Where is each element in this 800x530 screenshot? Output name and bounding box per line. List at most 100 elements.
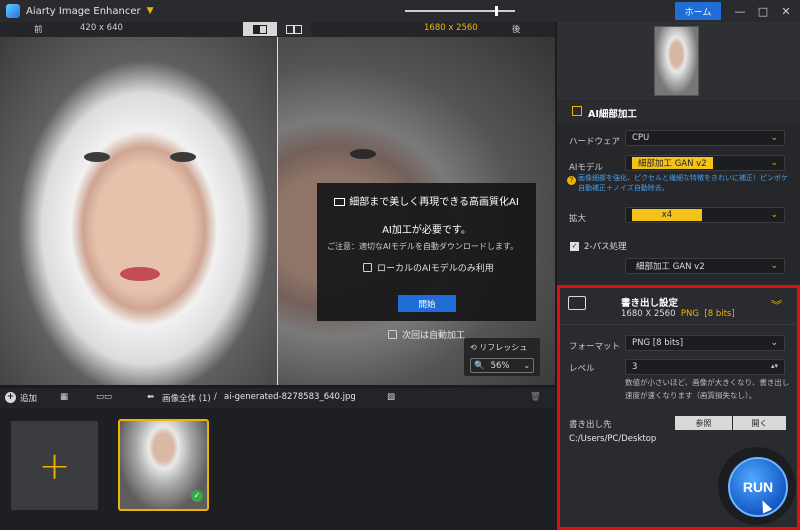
close-button[interactable]: ✕ — [777, 2, 795, 20]
hardware-select[interactable]: CPU ⌄ — [625, 130, 785, 146]
lips — [120, 267, 160, 281]
split-view-button[interactable] — [243, 22, 277, 36]
thumbnail-strip: + — [0, 408, 555, 530]
eye-right — [170, 152, 196, 162]
slider-handle[interactable] — [495, 6, 498, 16]
home-button[interactable]: ホーム — [675, 2, 721, 20]
refresh-icon: ⟲ — [470, 343, 480, 352]
level-stepper[interactable]: 3 ▴▾ — [625, 359, 785, 375]
help-icon: ? — [567, 176, 576, 185]
hardware-value: CPU — [632, 133, 650, 143]
chevron-down-icon: ⌄ — [770, 338, 778, 348]
open-button[interactable]: 開く — [733, 416, 786, 430]
add-image-tile[interactable]: + — [11, 421, 98, 510]
back-arrow-icon[interactable]: ⬅ — [147, 392, 154, 402]
export-info: 1680 X 2560 PNG [8 bits] — [621, 309, 735, 319]
after-resolution: 1680 x 2560 — [424, 23, 478, 33]
thumbnail-toolbar: + 追加 ▦ ▭▭ ⬅ 画像全体 (1) / ai-generated-8278… — [0, 388, 555, 408]
two-pass-model-select[interactable]: 細部加工 GAN v2 ⌄ — [625, 258, 785, 274]
format-label: フォーマット — [569, 342, 621, 352]
auto-next-checkbox[interactable] — [388, 330, 397, 339]
export-format: PNG — [680, 309, 699, 319]
model-hint: 画像細部を強化、ピクセルと繊細な特徴をきれいに補正！ピンボケ自動補正＋ノイズ自動… — [578, 174, 788, 192]
destination-label: 書き出し先 — [569, 420, 612, 430]
before-label: 前 — [34, 25, 43, 35]
stepper-arrows-icon[interactable]: ▴▾ — [771, 362, 778, 370]
hardware-label: ハードウェア — [569, 137, 621, 147]
dialog-title-text: 細部まで美しく再現できる高画質化AI — [349, 197, 519, 208]
auto-next-label: 次回は自動加工 — [402, 331, 466, 341]
level-label: レベル — [569, 364, 595, 374]
refresh-label: リフレッシュ — [479, 343, 528, 352]
chevron-down-icon: ⌄ — [770, 261, 778, 271]
image-size-icon: ▨ — [387, 392, 396, 402]
zoom-chevron-icon[interactable]: ⌄ — [524, 361, 531, 370]
side-by-side-button[interactable] — [277, 22, 311, 36]
enhance-icon — [572, 106, 582, 116]
export-bits: [8 bits] — [704, 309, 735, 319]
app-title: Aiarty Image Enhancer — [26, 5, 141, 17]
refresh-button[interactable]: ⟲ リフレッシュ — [470, 342, 527, 353]
zoom-control[interactable]: 🔍 56% ⌄ — [470, 358, 534, 373]
run-button[interactable]: RUN — [728, 457, 788, 517]
navigator-thumbnail[interactable] — [654, 26, 699, 96]
check-icon: ✓ — [191, 490, 203, 502]
export-title: 書き出し設定 — [621, 298, 679, 309]
export-divider — [561, 324, 796, 325]
app-logo-icon — [6, 4, 20, 18]
level-value: 3 — [632, 362, 638, 372]
format-value: PNG [8 bits] — [632, 338, 684, 348]
all-images-link[interactable]: 画像全体 (1) — [162, 392, 211, 404]
view-mode-toggle — [243, 22, 311, 36]
ai-model-label: AIモデル — [569, 163, 603, 173]
ai-processing-dialog: 細部まで美しく再現できる高画質化AI AI加工が必要です。 ご注意：適切なAIモ… — [317, 183, 536, 321]
thumbnail-size-slider[interactable] — [405, 10, 515, 12]
trash-icon[interactable]: 🗑 — [530, 392, 541, 402]
collapse-icon[interactable]: ︾ — [771, 297, 782, 313]
two-pass-option[interactable]: ✓ 2-パス処理 — [570, 240, 626, 252]
export-size: 1680 X 2560 — [621, 309, 676, 319]
local-model-checkbox[interactable] — [363, 263, 372, 272]
local-model-option[interactable]: ローカルのAIモデルのみ利用 — [363, 261, 494, 274]
format-select[interactable]: PNG [8 bits] ⌄ — [625, 335, 785, 351]
enhance-section-title: AI細部加工 — [588, 109, 637, 120]
chevron-down-icon[interactable]: ▼ — [147, 6, 154, 16]
chevron-down-icon: ⌄ — [770, 210, 778, 220]
local-model-label: ローカルのAIモデルのみ利用 — [377, 264, 494, 274]
scale-value: x4 — [632, 209, 702, 221]
dialog-title: 細部まで美しく再現できる高画質化AI — [317, 193, 536, 208]
chevron-down-icon: ⌄ — [770, 158, 778, 168]
path-separator: / — [214, 392, 217, 402]
start-button[interactable]: 開始 — [398, 295, 456, 312]
split-view-icon — [253, 24, 267, 34]
compare-divider[interactable] — [277, 37, 278, 385]
browse-button[interactable]: 参照 — [675, 416, 732, 430]
two-pass-checkbox[interactable]: ✓ — [570, 241, 579, 251]
before-image — [0, 37, 277, 385]
chevron-down-icon: ⌄ — [770, 133, 778, 143]
maximize-button[interactable]: □ — [754, 2, 772, 20]
zoom-value: 56% — [490, 360, 510, 371]
ai-model-select[interactable]: 細部加工 GAN v2 ⌄ — [625, 155, 785, 171]
two-pass-model-value: 細部加工 GAN v2 — [636, 262, 705, 272]
scale-select[interactable]: x4 ⌄ — [625, 207, 785, 223]
plus-icon: + — [38, 443, 71, 488]
auto-next-option[interactable]: 次回は自動加工 — [388, 328, 465, 341]
view-controls: ⟲ リフレッシュ 🔍 56% ⌄ — [464, 338, 540, 376]
add-icon[interactable]: + — [5, 392, 16, 403]
ai-required-text: AI加工が必要です。 — [382, 225, 471, 236]
add-button[interactable]: 追加 — [20, 392, 37, 404]
ai-model-value: 細部加工 GAN v2 — [632, 157, 713, 169]
file-name: ai-generated-8278583_640.jpg — [224, 392, 356, 402]
level-note: 数値が小さいほど、画像が大きくなり、書き出し速度が速くなります（画質損失なし）。 — [625, 378, 790, 400]
two-pass-label: 2-パス処理 — [584, 242, 627, 252]
destination-path: C:/Users/PC/Desktop — [569, 434, 657, 444]
minimize-button[interactable]: — — [731, 2, 749, 20]
eye-enhanced — [350, 149, 376, 159]
list-view-icon[interactable]: ▭▭ — [96, 392, 112, 402]
side-by-side-icon — [286, 24, 302, 34]
monitor-icon — [334, 198, 346, 206]
export-settings-icon — [568, 296, 586, 310]
grid-view-icon[interactable]: ▦ — [60, 392, 68, 402]
eye-left — [84, 152, 110, 162]
